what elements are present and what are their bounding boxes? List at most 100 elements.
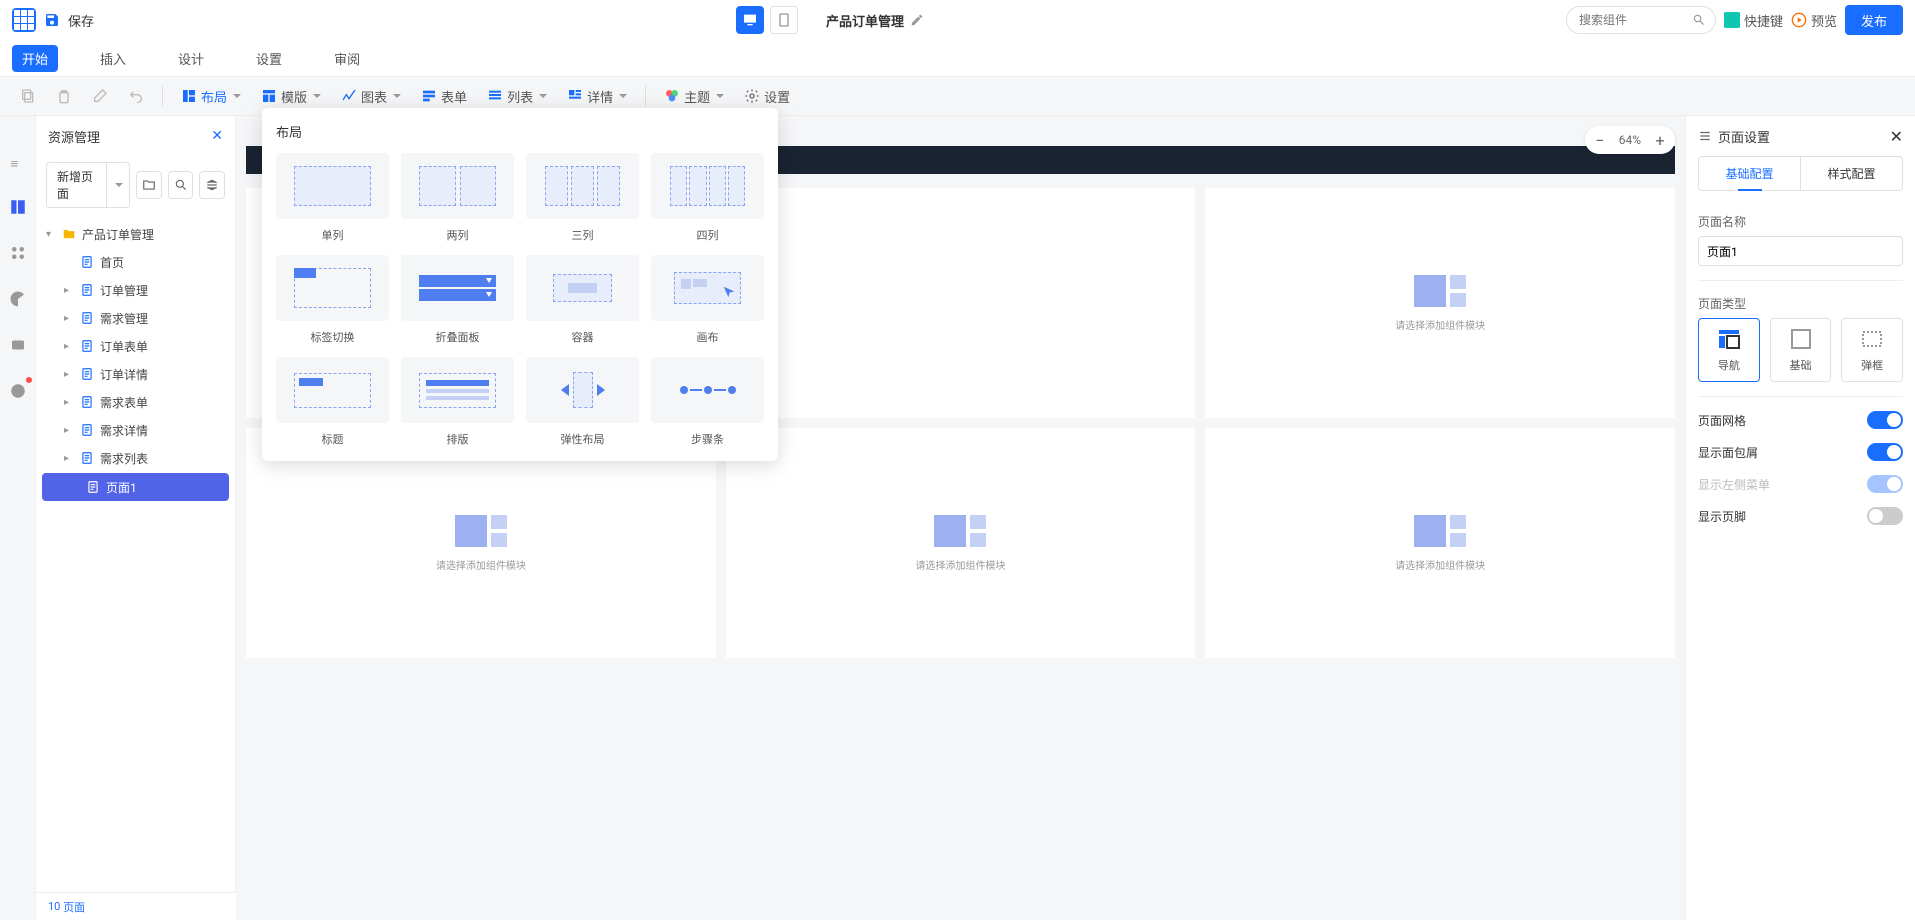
layout-canvas[interactable]: 画布 [651,255,764,345]
type-basic[interactable]: 基础 [1770,318,1832,382]
type-nav[interactable]: 导航 [1698,318,1760,382]
preview-button[interactable]: 预览 [1791,11,1837,30]
zoom-value: 64% [1619,133,1641,147]
tab-review[interactable]: 审阅 [324,45,370,72]
switch-label: 显示面包屑 [1698,444,1758,461]
play-icon [1791,12,1807,28]
tool-settings[interactable]: 设置 [736,82,798,110]
canvas-cell[interactable]: 请选择添加组件模块 [726,428,1196,658]
layout-four-col[interactable]: 四列 [651,153,764,243]
tree-item[interactable]: ▸订单管理 [36,276,235,304]
app-menu-icon[interactable] [12,8,36,32]
tool-eraser[interactable] [84,82,116,110]
switch-footer[interactable] [1867,507,1903,525]
tree-item[interactable]: ▸需求表单 [36,388,235,416]
canvas-cell[interactable] [726,188,1196,418]
shortcut-button[interactable]: 快捷键 [1724,11,1783,30]
tool-layout[interactable]: 布局 [173,82,249,110]
type-modal[interactable]: 弹框 [1841,318,1903,382]
layout-tabs[interactable]: 标签切换 [276,255,389,345]
switch-label: 页面网格 [1698,412,1746,429]
prop-label: 页面名称 [1698,213,1903,230]
switch-label: 显示左侧菜单 [1698,476,1770,493]
tool-form[interactable]: 表单 [413,82,475,110]
rail-data[interactable] [7,288,29,310]
folder-button[interactable] [136,171,162,199]
rail-assets[interactable] [7,334,29,356]
layout-flex[interactable]: 弹性布局 [526,357,639,447]
tree-item[interactable]: ▸订单详情 [36,360,235,388]
footer-page-count: 10 页面 [36,892,236,920]
tab-basic-config[interactable]: 基础配置 [1699,157,1800,190]
popover-title: 布局 [276,122,764,141]
tree-item[interactable]: ▸需求管理 [36,304,235,332]
collapse-tree-button[interactable] [199,171,225,199]
caret-icon [313,94,321,98]
canvas-cell[interactable]: 请选择添加组件模块 [246,428,716,658]
tab-start[interactable]: 开始 [12,45,58,72]
new-page-button[interactable]: 新增页面 [47,163,106,207]
tree-item[interactable]: 首页 [36,248,235,276]
layout-steps[interactable]: 步骤条 [651,357,764,447]
tool-delete[interactable] [48,82,80,110]
search-icon [1692,13,1706,27]
sidebar-collapse-icon[interactable]: ≡ [11,156,25,172]
tool-list[interactable]: 列表 [479,82,555,110]
page-name-input[interactable] [1698,236,1903,266]
shortcut-chip-icon [1724,12,1740,28]
tool-copy[interactable] [12,82,44,110]
caret-icon [393,94,401,98]
page-title: 产品订单管理 [826,11,904,30]
tab-design[interactable]: 设计 [168,45,214,72]
tab-insert[interactable]: 插入 [90,45,136,72]
layout-single-col[interactable]: 单列 [276,153,389,243]
tree-item[interactable]: 页面1 [42,473,229,501]
tab-settings[interactable]: 设置 [246,45,292,72]
tab-style-config[interactable]: 样式配置 [1800,157,1902,190]
tree-item[interactable]: ▸订单表单 [36,332,235,360]
switch-grid[interactable] [1867,411,1903,429]
device-desktop-button[interactable] [736,6,764,34]
caret-icon [716,94,724,98]
search-tree-button[interactable] [168,171,194,199]
zoom-in-button[interactable]: + [1651,131,1669,149]
caret-icon [619,94,627,98]
layout-container[interactable]: 容器 [526,255,639,345]
canvas-cell[interactable]: 请选择添加组件模块 [1205,188,1675,418]
left-panel-close[interactable]: ✕ [211,128,223,144]
save-icon [44,12,60,28]
rail-components[interactable] [7,242,29,264]
layout-two-col[interactable]: 两列 [401,153,514,243]
tool-chart[interactable]: 图表 [333,82,409,110]
tree-item[interactable]: ▸需求详情 [36,416,235,444]
tool-theme[interactable]: 主题 [656,82,732,110]
settings-icon [1698,129,1712,143]
publish-button[interactable]: 发布 [1845,5,1903,35]
edit-icon[interactable] [910,13,924,27]
tree-root[interactable]: ▾产品订单管理 [36,220,235,248]
layout-title[interactable]: 标题 [276,357,389,447]
caret-icon [539,94,547,98]
tool-undo[interactable] [120,82,152,110]
layout-three-col[interactable]: 三列 [526,153,639,243]
right-panel-close[interactable]: ✕ [1890,127,1903,146]
tool-detail[interactable]: 详情 [559,82,635,110]
right-panel-title: 页面设置 [1718,127,1770,146]
canvas-cell[interactable]: 请选择添加组件模块 [1205,428,1675,658]
switch-left-menu[interactable] [1867,475,1903,493]
switch-breadcrumb[interactable] [1867,443,1903,461]
layout-accordion[interactable]: 折叠面板 [401,255,514,345]
tree-item[interactable]: ▸需求列表 [36,444,235,472]
caret-icon [233,94,241,98]
tool-template[interactable]: 模版 [253,82,329,110]
new-page-dropdown[interactable] [106,163,129,207]
prop-label: 页面类型 [1698,295,1903,312]
rail-pages[interactable] [7,196,29,218]
layout-typography[interactable]: 排版 [401,357,514,447]
save-button[interactable]: 保存 [68,11,94,30]
device-tablet-button[interactable] [770,6,798,34]
rail-more[interactable] [7,380,29,402]
zoom-out-button[interactable]: − [1591,131,1609,149]
left-panel-title: 资源管理 [48,127,100,146]
switch-label: 显示页脚 [1698,508,1746,525]
